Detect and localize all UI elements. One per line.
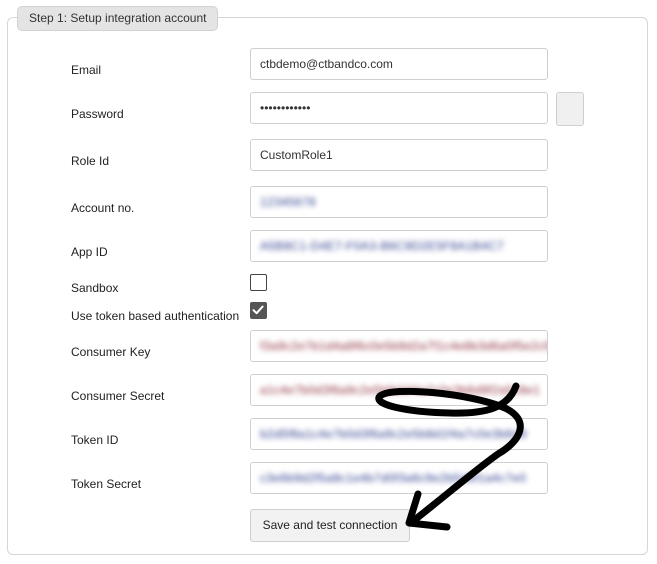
token-id-label: Token ID: [71, 433, 119, 447]
sandbox-checkbox[interactable]: [250, 274, 267, 291]
account-no-field[interactable]: 12345678: [250, 186, 548, 218]
sandbox-label: Sandbox: [71, 281, 119, 295]
consumer-key-value: f3a9c2e7b1d4a8f6c0e5b9d2a7f1c4e8b3d6a0f5…: [260, 339, 548, 353]
consumer-key-field[interactable]: f3a9c2e7b1d4a8f6c0e5b9d2a7f1c4e8b3d6a0f5…: [250, 330, 548, 362]
email-field[interactable]: ctbdemo@ctbandco.com: [250, 48, 548, 80]
token-secret-value: c3e6b9d2f5a8c1e4b7d0f3a6c9e2b5d8f1a4c7e0: [260, 471, 527, 485]
token-auth-label: Use token based authentication: [71, 309, 240, 323]
app-id-label: App ID: [71, 245, 108, 259]
show-password-button[interactable]: [556, 92, 584, 126]
token-secret-label: Token Secret: [71, 477, 142, 491]
role-id-field[interactable]: CustomRole1: [250, 139, 548, 171]
password-field[interactable]: ••••••••••••: [250, 92, 548, 124]
token-id-field[interactable]: b2d5f8a1c4e7b0d3f6a9c2e5b8d1f4a7c0e3b6d9: [250, 418, 548, 450]
account-no-label: Account no.: [71, 201, 135, 215]
password-label: Password: [71, 107, 124, 121]
app-id-field[interactable]: A5B8C1-D4E7-F0A3-B6C9D2E5F8A1B4C7: [250, 230, 548, 262]
app-id-value: A5B8C1-D4E7-F0A3-B6C9D2E5F8A1B4C7: [260, 239, 505, 253]
role-id-label: Role Id: [71, 154, 110, 168]
account-no-value: 12345678: [260, 195, 316, 209]
token-secret-field[interactable]: c3e6b9d2f5a8c1e4b7d0f3a6c9e2b5d8f1a4c7e0: [250, 462, 548, 494]
consumer-secret-value: a1c4e7b0d3f6a9c2e5b8d1f4a7c0e3b6d9f2a5c8…: [260, 383, 541, 397]
token-auth-checkbox[interactable]: [250, 302, 267, 319]
consumer-secret-label: Consumer Secret: [71, 389, 165, 403]
consumer-key-label: Consumer Key: [71, 345, 151, 359]
token-id-value: b2d5f8a1c4e7b0d3f6a9c2e5b8d1f4a7c0e3b6d9: [260, 427, 527, 441]
section-legend: Step 1: Setup integration account: [17, 6, 219, 31]
email-label: Email: [71, 63, 102, 77]
checkmark-icon: [252, 305, 264, 315]
save-and-test-button[interactable]: Save and test connection: [250, 509, 410, 542]
consumer-secret-field[interactable]: a1c4e7b0d3f6a9c2e5b8d1f4a7c0e3b6d9f2a5c8…: [250, 374, 548, 406]
